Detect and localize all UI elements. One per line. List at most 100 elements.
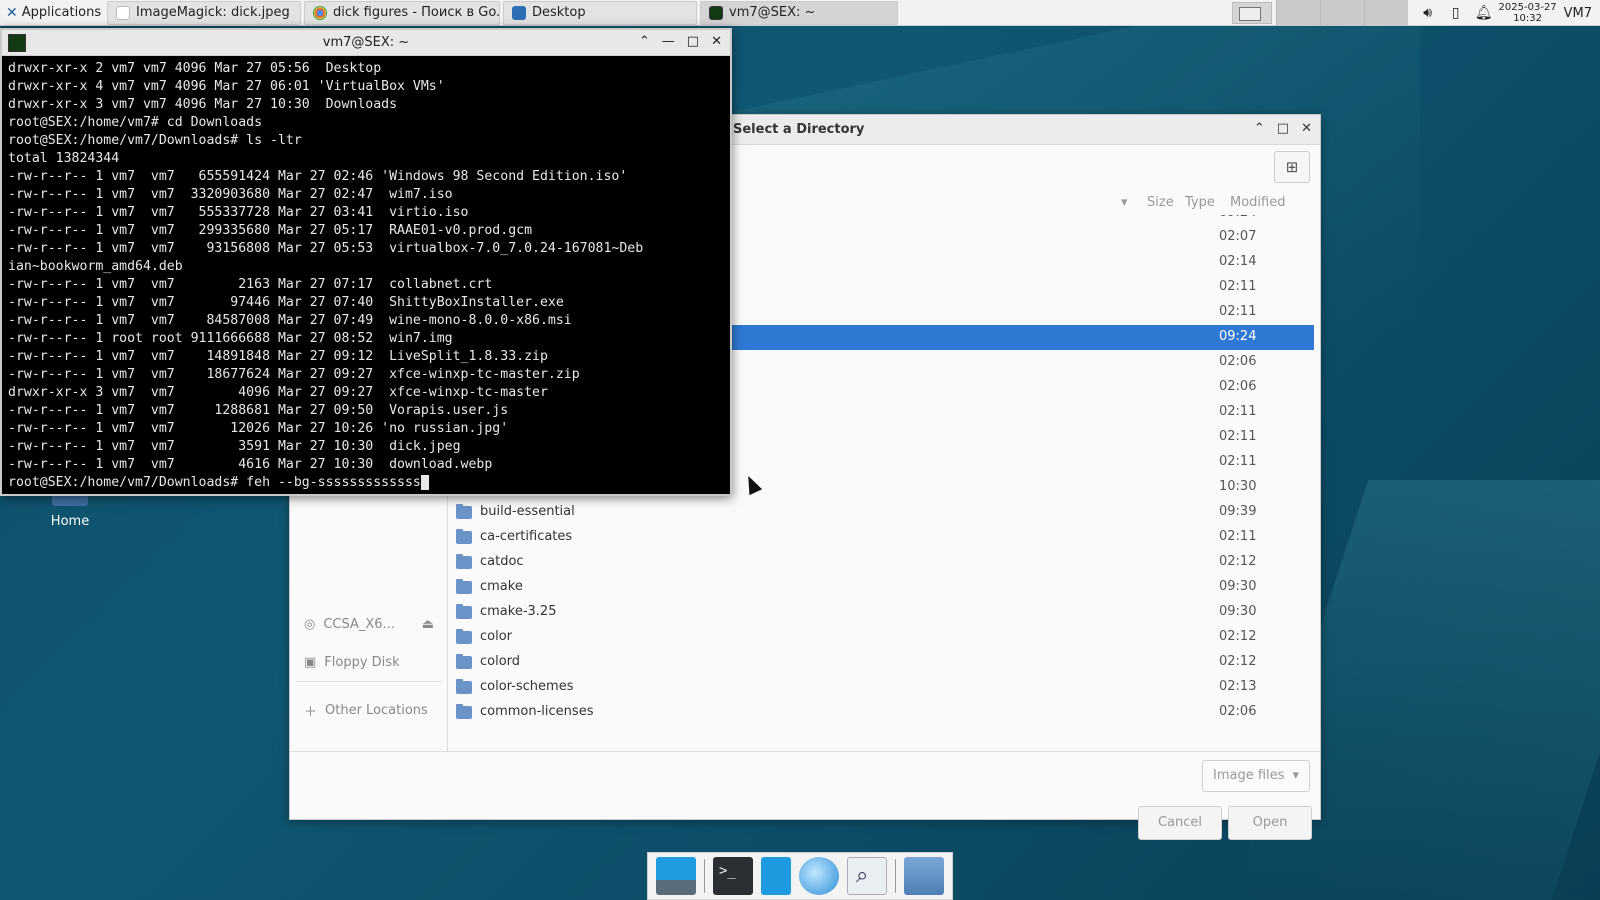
file-modified: 02:11	[1219, 304, 1257, 319]
file-row[interactable]: cmake-3.25 09:30	[448, 600, 1314, 625]
terminal-output[interactable]: drwxr-xr-x 2 vm7 vm7 4096 Mar 27 05:56 D…	[8, 60, 728, 494]
system-tray: 🔊︎ ▯ 🔔︎ 2025-03-27 10:32 VM7	[1231, 0, 1600, 26]
task-imagemagick[interactable]: ImageMagick: dick.jpeg	[107, 0, 301, 25]
file-row[interactable]: cmake 09:30	[448, 575, 1314, 600]
file-manager-launcher-icon[interactable]	[761, 857, 791, 895]
dock: >_ ⌕	[647, 852, 953, 900]
workspace-switcher-4[interactable]	[1363, 0, 1408, 26]
file-modified: 09:30	[1219, 579, 1257, 594]
volume-icon[interactable]: 🔊︎	[1414, 5, 1442, 21]
notification-bell-icon[interactable]: 🔔︎	[1470, 5, 1498, 21]
web-browser-icon[interactable]	[799, 857, 839, 895]
file-row[interactable]: build-essential 09:39	[448, 500, 1314, 525]
terminal-titlebar[interactable]: vm7@SEX: ~ ⌃ — □ ✕	[2, 30, 730, 56]
folder-icon	[456, 704, 472, 719]
desktop-icon	[512, 5, 526, 20]
file-modified: 10:30	[1219, 479, 1257, 494]
folder-icon[interactable]	[904, 857, 944, 895]
eject-icon[interactable]: ⏏	[422, 617, 434, 632]
task-terminal[interactable]: vm7@SEX: ~	[700, 0, 898, 25]
shade-icon[interactable]: —	[662, 34, 675, 49]
sidebar-divider	[296, 681, 442, 682]
chevron-down-icon: ▾	[1292, 768, 1299, 783]
task-browser[interactable]: dick figures - Поиск в Go...	[304, 0, 500, 25]
terminal-window: vm7@SEX: ~ ⌃ — □ ✕ drwxr-xr-x 2 vm7 vm7 …	[0, 28, 732, 496]
home-label: Home	[50, 514, 90, 529]
terminal-line: -rw-r--r-- 1 vm7 vm7 2163 Mar 27 07:17 c…	[8, 277, 493, 292]
terminal-line: -rw-r--r-- 1 vm7 vm7 299335680 Mar 27 05…	[8, 223, 533, 238]
file-modified: 09:39	[1219, 504, 1257, 519]
close-icon[interactable]: ✕	[711, 34, 722, 49]
sort-chevron-icon[interactable]: ▾	[1121, 195, 1128, 210]
top-panel: ✕ Applications ImageMagick: dick.jpeg di…	[0, 0, 1600, 26]
terminal-launcher-icon[interactable]: >_	[713, 857, 753, 895]
file-modified: 02:06	[1219, 704, 1257, 719]
chrome-icon	[313, 5, 327, 20]
file-modified: 09:24	[1219, 329, 1257, 344]
folder-icon	[456, 604, 472, 619]
terminal-line: -rw-r--r-- 1 vm7 vm7 97446 Mar 27 07:40 …	[8, 295, 564, 310]
minimize-icon[interactable]: ⌃	[639, 34, 650, 49]
plus-icon: ＋	[304, 705, 318, 720]
terminal-line: -rw-r--r-- 1 vm7 vm7 655591424 Mar 27 02…	[8, 169, 628, 184]
terminal-line: drwxr-xr-x 2 vm7 vm7 4096 Mar 27 05:56 D…	[8, 61, 382, 76]
file-name: color-schemes	[480, 679, 574, 694]
file-row[interactable]: common-licenses 02:06	[448, 700, 1314, 725]
file-row[interactable]: colord 02:12	[448, 650, 1314, 675]
sidebar-item-other-locations[interactable]: ＋ Other Locations	[304, 701, 428, 720]
terminal-line: -rw-r--r-- 1 vm7 vm7 3320903680 Mar 27 0…	[8, 187, 453, 202]
search-icon[interactable]: ⌕	[847, 857, 887, 895]
file-modified: 09:24	[1219, 215, 1256, 220]
cancel-button[interactable]: Cancel	[1138, 806, 1222, 840]
terminal-line: total 13824344	[8, 151, 120, 166]
battery-icon[interactable]: ▯	[1442, 5, 1470, 21]
file-row[interactable]: catdoc 02:12	[448, 550, 1314, 575]
task-desktop[interactable]: Desktop	[503, 0, 697, 25]
file-name: common-licenses	[480, 704, 594, 719]
dock-separator	[704, 859, 705, 893]
maximize-icon[interactable]: □	[687, 34, 699, 49]
clock[interactable]: 2025-03-27 10:32	[1498, 2, 1558, 24]
workspace-switcher-3[interactable]	[1319, 0, 1364, 26]
file-name: ca-certificates	[480, 529, 573, 544]
column-size[interactable]: Size	[1147, 195, 1174, 210]
dock-separator	[895, 859, 896, 893]
dialog-title: Select a Directory	[733, 122, 865, 137]
sidebar-item-drive[interactable]: ◎ CCSA_X6... ⏏	[304, 617, 434, 632]
terminal-line: drwxr-xr-x 4 vm7 vm7 4096 Mar 27 06:01 '…	[8, 79, 445, 94]
file-name: cmake-3.25	[480, 604, 557, 619]
terminal-line: -rw-r--r-- 1 vm7 vm7 4616 Mar 27 10:30 d…	[8, 457, 493, 472]
file-name: catdoc	[480, 554, 524, 569]
file-modified: 02:11	[1219, 529, 1257, 544]
applications-menu[interactable]: ✕ Applications	[0, 0, 104, 26]
terminal-title: vm7@SEX: ~	[322, 35, 410, 50]
file-row[interactable]: color 02:12	[448, 625, 1314, 650]
minimize-icon[interactable]: ⌃	[1254, 121, 1265, 136]
terminal-prompt: root@SEX:/home/vm7/Downloads# feh --bg-s…	[8, 475, 421, 490]
user-menu[interactable]: VM7	[1558, 6, 1600, 21]
new-folder-button[interactable]: ⊞	[1274, 151, 1310, 183]
file-filter-dropdown[interactable]: Image files ▾	[1202, 760, 1310, 792]
file-row[interactable]: ca-certificates 02:11	[448, 525, 1314, 550]
sidebar-item-floppy[interactable]: ▣ Floppy Disk	[304, 655, 400, 670]
workspace-switcher-2[interactable]	[1275, 0, 1320, 26]
column-type[interactable]: Type	[1185, 195, 1215, 210]
maximize-icon[interactable]: □	[1277, 121, 1289, 136]
terminal-line: ian~bookworm_amd64.deb	[8, 259, 183, 274]
file-row[interactable]: color-schemes 02:13	[448, 675, 1314, 700]
folder-icon	[456, 579, 472, 594]
terminal-line: drwxr-xr-x 3 vm7 vm7 4096 Mar 27 10:30 D…	[8, 97, 398, 112]
file-modified: 02:06	[1219, 354, 1257, 369]
disc-icon: ◎	[304, 617, 316, 632]
open-button[interactable]: Open	[1228, 806, 1312, 840]
file-modified: 02:11	[1219, 279, 1257, 294]
folder-icon	[456, 654, 472, 669]
workspace-switcher-1[interactable]	[1231, 2, 1272, 24]
xfce-logo-icon: ✕	[6, 4, 18, 21]
column-modified[interactable]: Modified	[1230, 195, 1285, 210]
file-modified: 02:12	[1219, 654, 1257, 669]
close-icon[interactable]: ✕	[1301, 121, 1312, 136]
file-modified: 02:07	[1219, 229, 1257, 244]
show-desktop-icon[interactable]	[656, 857, 696, 895]
folder-icon	[456, 629, 472, 644]
